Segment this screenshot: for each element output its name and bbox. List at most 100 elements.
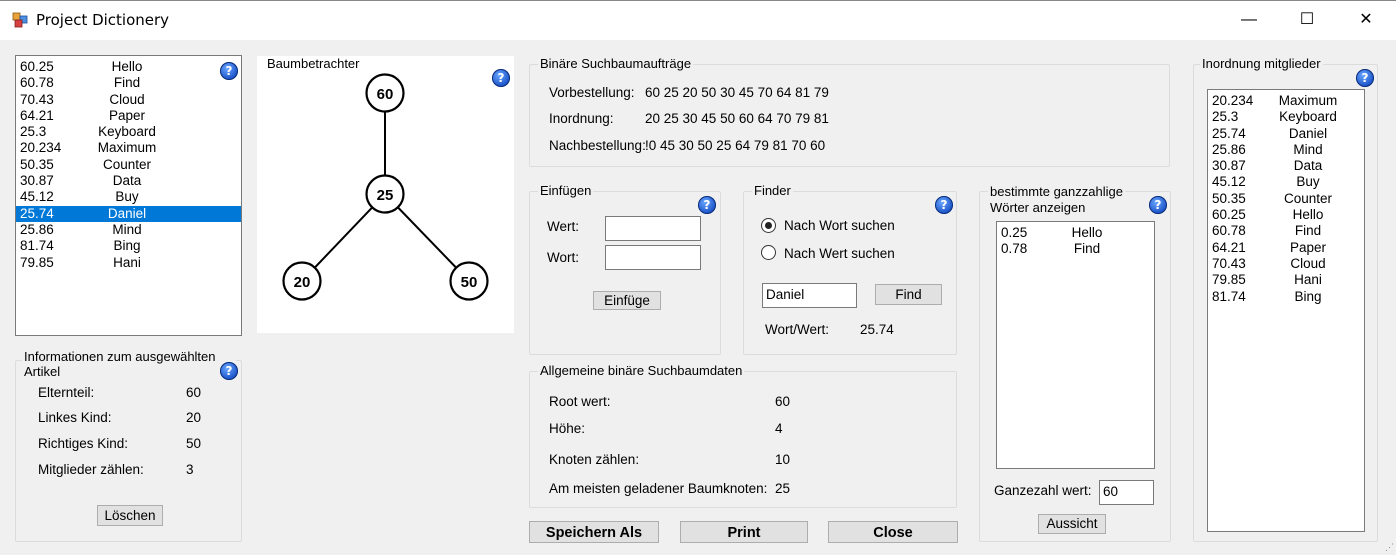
height-value: 4 — [775, 421, 783, 436]
insert-word-input[interactable] — [605, 245, 701, 270]
finder-search-input[interactable]: Daniel — [762, 283, 857, 308]
list-item[interactable]: 25.74 Daniel — [16, 205, 241, 222]
help-icon[interactable]: ? — [492, 69, 510, 87]
close-window-button[interactable]: ✕ — [1337, 0, 1395, 40]
list-item-word: Buy — [115, 189, 139, 205]
list-item[interactable]: 50.35 Counter — [16, 157, 241, 173]
insert-word-label: Wort: — [547, 250, 580, 265]
list-item-word: Paper — [108, 107, 146, 123]
parent-value: 60 — [186, 385, 202, 400]
list-item[interactable]: 0.25 Hello — [997, 225, 1154, 241]
list-item-value: 60.25 — [20, 59, 54, 74]
list-item-value: 64.21 — [1212, 239, 1246, 255]
list-item[interactable]: 0.78 Find — [997, 241, 1154, 257]
list-item[interactable]: 81.74 Bing — [16, 238, 241, 254]
list-item-value: 20.234 — [1212, 93, 1254, 108]
help-icon[interactable]: ? — [220, 362, 238, 380]
view-button[interactable]: Aussicht — [1038, 514, 1106, 534]
help-icon[interactable]: ? — [1149, 196, 1167, 214]
print-button[interactable]: Print — [680, 521, 808, 543]
finder-group-title: Finder — [752, 183, 793, 199]
delete-button[interactable]: Löschen — [97, 505, 163, 526]
help-icon[interactable]: ? — [1356, 69, 1374, 87]
tree-node-root-label: 60 — [377, 86, 394, 103]
list-item[interactable]: 79.85 Hani — [16, 255, 241, 271]
window-top-border — [0, 0, 1396, 1]
close-button[interactable]: Close — [828, 521, 958, 543]
list-item[interactable]: 20.234 Maximum — [16, 140, 241, 156]
search-by-word-label[interactable]: Nach Wort suchen — [784, 218, 895, 233]
list-item[interactable]: 70.43 Cloud — [16, 92, 241, 108]
list-item[interactable]: 60.25 Hello — [1208, 207, 1364, 223]
title-bar: Project Dictionery — ☐ ✕ — [0, 0, 1396, 40]
search-by-word-radio[interactable] — [761, 218, 776, 233]
list-item[interactable]: 64.21 Paper — [1208, 240, 1364, 256]
list-item[interactable]: 64.21 Paper — [16, 108, 241, 124]
list-item[interactable]: 81.74 Bing — [1208, 289, 1364, 305]
list-item[interactable]: 25.74 Daniel — [1208, 126, 1364, 142]
postorder-label: Nachbestellung: — [549, 138, 646, 153]
list-item[interactable]: 79.85 Hani — [1208, 272, 1364, 288]
list-item-value: 25.3 — [20, 124, 47, 140]
resize-grip-icon[interactable]: ⋰ — [1385, 542, 1394, 553]
list-item[interactable]: 45.12 Buy — [16, 189, 241, 205]
help-icon[interactable]: ? — [935, 196, 953, 214]
find-button[interactable]: Find — [875, 284, 942, 305]
list-item[interactable]: 60.78 Find — [1208, 223, 1364, 239]
list-item-value: 45.12 — [20, 189, 54, 205]
result-value: 25.74 — [860, 322, 894, 337]
integer-words-listbox[interactable]: 0.25 Hello 0.78 Find — [996, 221, 1155, 469]
insert-value-input[interactable] — [605, 216, 701, 241]
integer-words-group: bestimmte ganzzahlige Wörter anzeigen 0.… — [979, 184, 1171, 542]
list-item[interactable]: 60.78 Find — [16, 75, 241, 91]
insert-group: Einfügen Wert: Wort: Einfüge — [529, 183, 721, 355]
tree-node-right-label: 50 — [461, 274, 478, 291]
list-item[interactable]: 60.25 Hello — [16, 59, 241, 75]
list-item-word: Find — [1294, 223, 1322, 239]
list-item[interactable]: 50.35 Counter — [1208, 191, 1364, 207]
maximize-button[interactable]: ☐ — [1278, 0, 1336, 40]
list-item[interactable]: 45.12 Buy — [1208, 174, 1364, 190]
list-item-word: Bing — [113, 238, 141, 254]
inorder-members-group: Inordnung mitglieder 20.234 Maximum 25.3 Ke… — [1193, 56, 1378, 542]
list-item-value: 0.78 — [1001, 241, 1028, 257]
list-item-value: 64.21 — [20, 107, 54, 123]
minimize-button[interactable]: — — [1220, 0, 1278, 40]
list-item[interactable]: 25.3 Keyboard — [16, 124, 241, 140]
save-as-button[interactable]: Speichern Als — [529, 521, 659, 543]
list-item-word: Find — [113, 75, 141, 91]
search-by-value-label[interactable]: Nach Wert suchen — [784, 246, 895, 261]
help-icon[interactable]: ? — [698, 196, 716, 214]
integer-value-label: Ganzezahl wert: — [994, 483, 1092, 498]
node-count-label: Knoten zählen: — [549, 452, 640, 467]
list-item-word: Cloud — [109, 91, 145, 107]
list-item[interactable]: 25.86 Mind — [16, 222, 241, 238]
insert-button[interactable]: Einfüge — [593, 291, 661, 310]
list-item[interactable]: 30.87 Data — [16, 173, 241, 189]
insert-value-label: Wert: — [547, 219, 580, 234]
tree-node-left: 20 — [282, 261, 322, 301]
finder-group: Finder Nach Wort suchen Nach Wert suchen… — [743, 183, 957, 355]
dictionary-listbox[interactable]: 60.25 Hello 60.78 Find 70.43 Cloud 64.21 Paper 2… — [15, 55, 242, 336]
parent-label: Elternteil: — [38, 385, 95, 400]
info-group-title: Informationen zum ausgewählten Artikel — [22, 349, 236, 379]
orders-group-title: Binäre Suchbaumaufträge — [538, 56, 694, 72]
list-item-word: Hello — [1071, 225, 1103, 240]
help-icon[interactable]: ? — [220, 62, 238, 80]
list-item[interactable]: 20.234 Maximum — [1208, 93, 1364, 109]
member-count-label: Mitglieder zählen: — [38, 462, 144, 477]
integer-value-input[interactable]: 60 — [1099, 480, 1154, 505]
inorder-members-listbox[interactable]: 20.234 Maximum 25.3 Keyboard 25.74 Daniel 25.8… — [1207, 89, 1365, 532]
list-item[interactable]: 70.43 Cloud — [1208, 256, 1364, 272]
list-item[interactable]: 25.3 Keyboard — [1208, 109, 1364, 125]
list-item[interactable]: 25.86 Mind — [1208, 142, 1364, 158]
tree-viewer-title: Baumbetrachter — [265, 56, 362, 72]
list-item[interactable]: 30.87 Data — [1208, 158, 1364, 174]
member-count-value: 3 — [186, 462, 194, 477]
search-by-value-radio[interactable] — [761, 245, 776, 260]
list-item-value: 50.35 — [1212, 190, 1246, 206]
insert-group-title: Einfügen — [538, 183, 594, 199]
list-item-word: Counter — [1283, 190, 1333, 206]
list-item-value: 70.43 — [1212, 255, 1246, 271]
list-item-word: Maximum — [97, 140, 157, 156]
